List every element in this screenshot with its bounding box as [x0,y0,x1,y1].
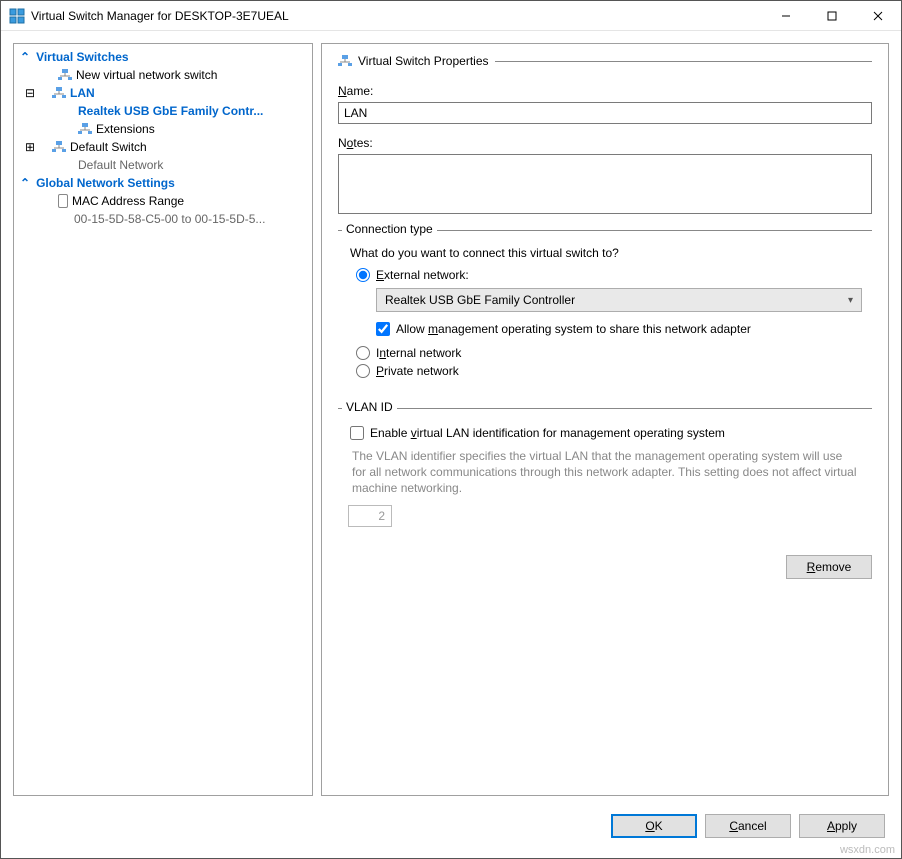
tree-item-mac-range[interactable]: MAC Address Range [14,192,312,210]
switch-icon [52,87,66,99]
group-title: Connection type [342,222,437,236]
tree-header-virtual-switches[interactable]: ⌃ Virtual Switches [14,48,312,66]
external-subblock: Realtek USB GbE Family Controller ▾ Allo… [376,288,862,336]
section-title-row: Virtual Switch Properties [338,54,872,68]
radio-private-row[interactable]: Private network [356,364,862,378]
tree-item-label: LAN [70,86,95,100]
switch-icon [78,123,92,135]
tree-item-label: Default Network [78,158,163,172]
vlan-enable-checkbox[interactable] [350,426,364,440]
tree-pane: ⌃ Virtual Switches New virtual network s… [13,43,313,796]
window-title: Virtual Switch Manager for DESKTOP-3E7UE… [31,9,763,23]
vlan-id-input [348,505,392,527]
collapse-icon[interactable]: ⊟ [24,86,36,100]
apply-button[interactable]: Apply [799,814,885,838]
notes-label: Notes: [338,136,872,150]
tree-item-new-switch[interactable]: New virtual network switch [14,66,312,84]
remove-row: Remove [338,555,872,579]
tree-item-label: Realtek USB GbE Family Contr... [78,104,263,118]
minimize-button[interactable] [763,1,809,30]
connection-question: What do you want to connect this virtual… [350,246,862,260]
radio-external[interactable] [356,268,370,282]
tree-header-global[interactable]: ⌃ Global Network Settings [14,174,312,192]
tree-item-mac-range-value: 00-15-5D-58-C5-00 to 00-15-5D-5... [14,210,312,228]
collapse-icon: ⌃ [20,176,30,190]
ok-button[interactable]: OK [611,814,697,838]
radio-internal-label: Internal network [376,346,461,360]
dialog-footer: OK Cancel Apply [1,808,901,858]
switch-icon [52,141,66,153]
tree-item-default-switch[interactable]: ⊞ Default Switch [14,138,312,156]
switch-icon [338,55,352,67]
allow-mgmt-row[interactable]: Allow management operating system to sha… [376,322,862,336]
name-input[interactable] [338,102,872,124]
cancel-button[interactable]: Cancel [705,814,791,838]
properties-pane: Virtual Switch Properties Name: Notes: C… [321,43,889,796]
tree-item-extensions[interactable]: Extensions [14,120,312,138]
tree-item-label: New virtual network switch [76,68,217,82]
vlan-description: The VLAN identifier specifies the virtua… [352,448,858,497]
tree-header-label: Virtual Switches [36,50,128,64]
tree-item-default-network[interactable]: Default Network [14,156,312,174]
expand-icon[interactable]: ⊞ [24,140,36,154]
mac-range-icon [58,194,68,208]
connection-type-group: Connection type What do you want to conn… [338,230,872,392]
tree-item-label: Default Switch [70,140,147,154]
window-controls [763,1,901,30]
adapter-selected: Realtek USB GbE Family Controller [385,293,575,307]
tree-item-lan[interactable]: ⊟ LAN [14,84,312,102]
tree-item-label: MAC Address Range [72,194,184,208]
vlan-enable-label: Enable virtual LAN identification for ma… [370,426,725,440]
radio-external-row[interactable]: External network: [356,268,862,282]
close-button[interactable] [855,1,901,30]
titlebar: Virtual Switch Manager for DESKTOP-3E7UE… [1,1,901,31]
chevron-down-icon: ▾ [848,295,853,306]
vlan-group: VLAN ID Enable virtual LAN identificatio… [338,408,872,537]
allow-mgmt-checkbox[interactable] [376,322,390,336]
group-title: VLAN ID [342,400,397,414]
section-title-label: Virtual Switch Properties [358,54,489,68]
tree-item-label: Extensions [96,122,155,136]
radio-private-label: Private network [376,364,459,378]
allow-mgmt-label: Allow management operating system to sha… [396,322,751,336]
radio-internal-row[interactable]: Internal network [356,346,862,360]
watermark: wsxdn.com [840,844,895,856]
app-icon [9,8,25,24]
tree-item-lan-adapter[interactable]: Realtek USB GbE Family Contr... [14,102,312,120]
adapter-dropdown[interactable]: Realtek USB GbE Family Controller ▾ [376,288,862,312]
radio-private[interactable] [356,364,370,378]
content-area: ⌃ Virtual Switches New virtual network s… [1,31,901,808]
vlan-enable-row[interactable]: Enable virtual LAN identification for ma… [350,426,862,440]
tree-header-label: Global Network Settings [36,176,175,190]
tree-item-label: 00-15-5D-58-C5-00 to 00-15-5D-5... [74,212,265,226]
name-label: Name: [338,84,872,98]
radio-external-label: External network: [376,268,469,282]
divider [495,61,873,62]
switch-icon [58,69,72,81]
virtual-switch-manager-window: Virtual Switch Manager for DESKTOP-3E7UE… [0,0,902,859]
collapse-icon: ⌃ [20,50,30,64]
notes-textarea[interactable] [338,154,872,214]
maximize-button[interactable] [809,1,855,30]
remove-button[interactable]: Remove [786,555,872,579]
radio-internal[interactable] [356,346,370,360]
